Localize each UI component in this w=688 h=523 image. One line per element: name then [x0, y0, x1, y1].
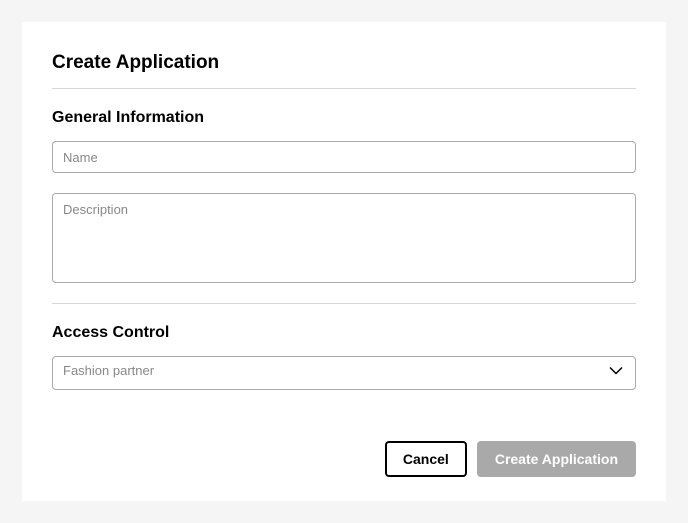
- page-title: Create Application: [52, 52, 636, 74]
- divider: [52, 303, 636, 304]
- divider: [52, 88, 636, 89]
- cancel-button[interactable]: Cancel: [385, 441, 467, 477]
- access-control-select[interactable]: Fashion partner: [52, 356, 636, 390]
- section-title-access: Access Control: [52, 324, 636, 342]
- section-title-general: General Information: [52, 109, 636, 127]
- button-row: Cancel Create Application: [52, 441, 636, 477]
- create-application-button[interactable]: Create Application: [477, 441, 636, 477]
- name-input[interactable]: [52, 141, 636, 173]
- create-application-card: Create Application General Information A…: [22, 22, 666, 501]
- description-textarea[interactable]: [52, 193, 636, 283]
- access-control-select-wrapper: Fashion partner: [52, 356, 636, 390]
